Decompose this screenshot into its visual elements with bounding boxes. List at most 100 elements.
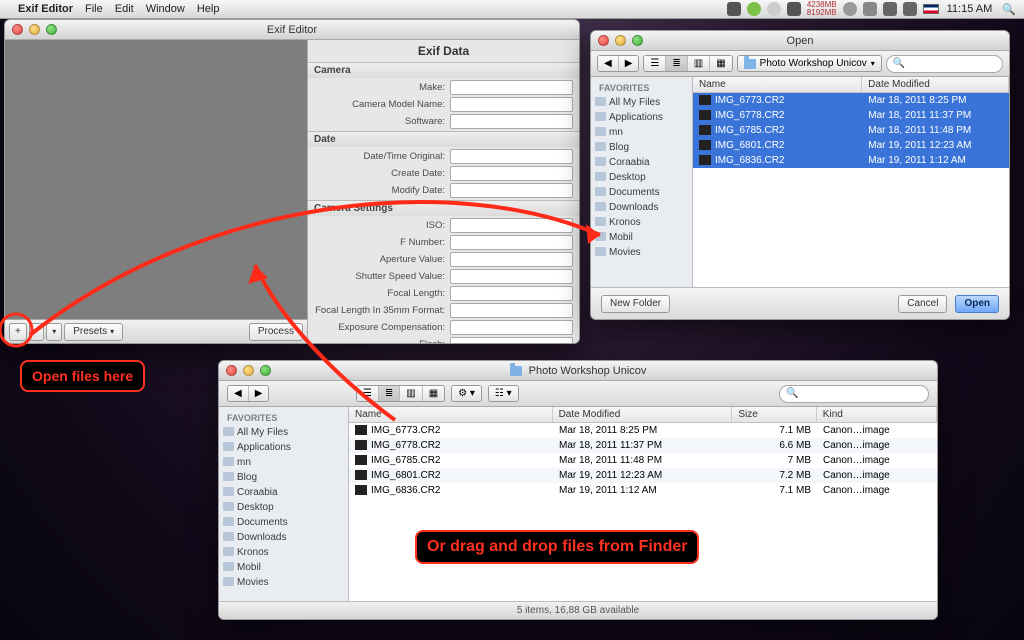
file-row[interactable]: IMG_6801.CR2Mar 19, 2011 12:23 AM7.2 MBC… (349, 468, 937, 483)
input-modify-date[interactable] (450, 183, 573, 198)
menu-edit[interactable]: Edit (115, 3, 134, 15)
input-focal[interactable] (450, 286, 573, 301)
action-menu-button[interactable]: ⚙ ▾ (452, 386, 481, 401)
status-icon[interactable] (727, 2, 741, 16)
sidebar-item[interactable]: Mobil (219, 560, 348, 575)
input-aperture[interactable] (450, 252, 573, 267)
col-date[interactable]: Date Modified (862, 77, 1009, 92)
icon-view-button[interactable]: ☰ (357, 386, 379, 401)
close-icon[interactable] (226, 365, 237, 376)
sidebar-item[interactable]: Kronos (591, 215, 692, 230)
sidebar-item[interactable]: Movies (591, 245, 692, 260)
file-row[interactable]: IMG_6778.CR2Mar 18, 2011 11:37 PM (693, 108, 1009, 123)
file-row[interactable]: IMG_6773.CR2Mar 18, 2011 8:25 PM7.1 MBCa… (349, 423, 937, 438)
file-row[interactable]: IMG_6836.CR2Mar 19, 2011 1:12 AM (693, 153, 1009, 168)
zoom-icon[interactable] (46, 24, 57, 35)
sidebar-item[interactable]: Applications (591, 110, 692, 125)
remove-button[interactable]: - (29, 323, 44, 341)
list-view-button[interactable]: ≣ (379, 386, 400, 401)
options-dropdown[interactable]: ▾ (46, 323, 62, 341)
sidebar-item[interactable]: Blog (591, 140, 692, 155)
zoom-icon[interactable] (632, 35, 643, 46)
sidebar-item[interactable]: Coraabia (591, 155, 692, 170)
open-dialog-titlebar[interactable]: Open (591, 31, 1009, 51)
sidebar-item[interactable]: Blog (219, 470, 348, 485)
sidebar-item[interactable]: Documents (591, 185, 692, 200)
search-input[interactable]: 🔍 (886, 55, 1003, 73)
path-selector[interactable]: Photo Workshop Unicov ▾ (737, 55, 882, 72)
input-make[interactable] (450, 80, 573, 95)
col-name[interactable]: Name (349, 407, 553, 422)
wifi-icon[interactable] (883, 2, 897, 16)
new-folder-button[interactable]: New Folder (601, 295, 670, 313)
sidebar-item[interactable]: mn (219, 455, 348, 470)
menu-window[interactable]: Window (146, 3, 185, 15)
input-focal35[interactable] (450, 303, 573, 318)
input-exposure[interactable] (450, 320, 573, 335)
file-row[interactable]: IMG_6836.CR2Mar 19, 2011 1:12 AM7.1 MBCa… (349, 483, 937, 498)
search-input[interactable]: 🔍 (779, 385, 929, 403)
close-icon[interactable] (12, 24, 23, 35)
bluetooth-icon[interactable] (863, 2, 877, 16)
input-shutter[interactable] (450, 269, 573, 284)
user-icon[interactable] (843, 2, 857, 16)
input-create-date[interactable] (450, 166, 573, 181)
input-model[interactable] (450, 97, 573, 112)
volume-icon[interactable] (903, 2, 917, 16)
file-row[interactable]: IMG_6773.CR2Mar 18, 2011 8:25 PM (693, 93, 1009, 108)
file-row[interactable]: IMG_6778.CR2Mar 18, 2011 11:37 PM6.6 MBC… (349, 438, 937, 453)
input-date-original[interactable] (450, 149, 573, 164)
sidebar-item[interactable]: Desktop (591, 170, 692, 185)
column-view-button[interactable]: ▥ (688, 56, 710, 71)
sidebar-item[interactable]: All My Files (219, 425, 348, 440)
open-button[interactable]: Open (955, 295, 999, 313)
sidebar-item[interactable]: All My Files (591, 95, 692, 110)
icon-view-button[interactable]: ☰ (644, 56, 666, 71)
input-fnumber[interactable] (450, 235, 573, 250)
sidebar-item[interactable]: Kronos (219, 545, 348, 560)
forward-button[interactable]: ▶ (249, 386, 269, 401)
arrange-menu-button[interactable]: ☷ ▾ (489, 386, 518, 401)
menubar-clock[interactable]: 11:15 AM (947, 3, 993, 15)
zoom-icon[interactable] (260, 365, 271, 376)
file-row[interactable]: IMG_6785.CR2Mar 18, 2011 11:48 PM (693, 123, 1009, 138)
status-icon[interactable] (767, 2, 781, 16)
exif-titlebar[interactable]: Exif Editor (5, 20, 579, 40)
input-flash[interactable] (450, 337, 573, 343)
exif-drop-canvas[interactable] (5, 40, 307, 319)
menu-help[interactable]: Help (197, 3, 220, 15)
input-iso[interactable] (450, 218, 573, 233)
sidebar-item[interactable]: Downloads (219, 530, 348, 545)
list-view-button[interactable]: ≣ (666, 56, 687, 71)
coverflow-view-button[interactable]: ▦ (710, 56, 731, 71)
column-view-button[interactable]: ▥ (400, 386, 422, 401)
add-button[interactable]: + (9, 323, 27, 341)
back-button[interactable]: ◀ (598, 56, 619, 71)
spotlight-icon[interactable]: 🔍 (1002, 3, 1016, 16)
menu-file[interactable]: File (85, 3, 103, 15)
sidebar-item[interactable]: Coraabia (219, 485, 348, 500)
close-icon[interactable] (598, 35, 609, 46)
flag-icon[interactable] (923, 4, 939, 14)
status-icon[interactable] (787, 2, 801, 16)
sidebar-item[interactable]: Documents (219, 515, 348, 530)
coverflow-view-button[interactable]: ▦ (423, 386, 444, 401)
minimize-icon[interactable] (29, 24, 40, 35)
col-date[interactable]: Date Modified (553, 407, 733, 422)
back-button[interactable]: ◀ (228, 386, 249, 401)
col-size[interactable]: Size (732, 407, 816, 422)
sidebar-item[interactable]: Movies (219, 575, 348, 590)
sidebar-item[interactable]: Applications (219, 440, 348, 455)
status-icon[interactable] (747, 2, 761, 16)
process-button[interactable]: Process (249, 323, 303, 341)
minimize-icon[interactable] (243, 365, 254, 376)
cancel-button[interactable]: Cancel (898, 295, 947, 313)
sidebar-item[interactable]: Desktop (219, 500, 348, 515)
sidebar-item[interactable]: mn (591, 125, 692, 140)
file-row[interactable]: IMG_6785.CR2Mar 18, 2011 11:48 PM7 MBCan… (349, 453, 937, 468)
minimize-icon[interactable] (615, 35, 626, 46)
forward-button[interactable]: ▶ (619, 56, 639, 71)
finder-titlebar[interactable]: Photo Workshop Unicov (219, 361, 937, 381)
sidebar-item[interactable]: Mobil (591, 230, 692, 245)
file-row[interactable]: IMG_6801.CR2Mar 19, 2011 12:23 AM (693, 138, 1009, 153)
